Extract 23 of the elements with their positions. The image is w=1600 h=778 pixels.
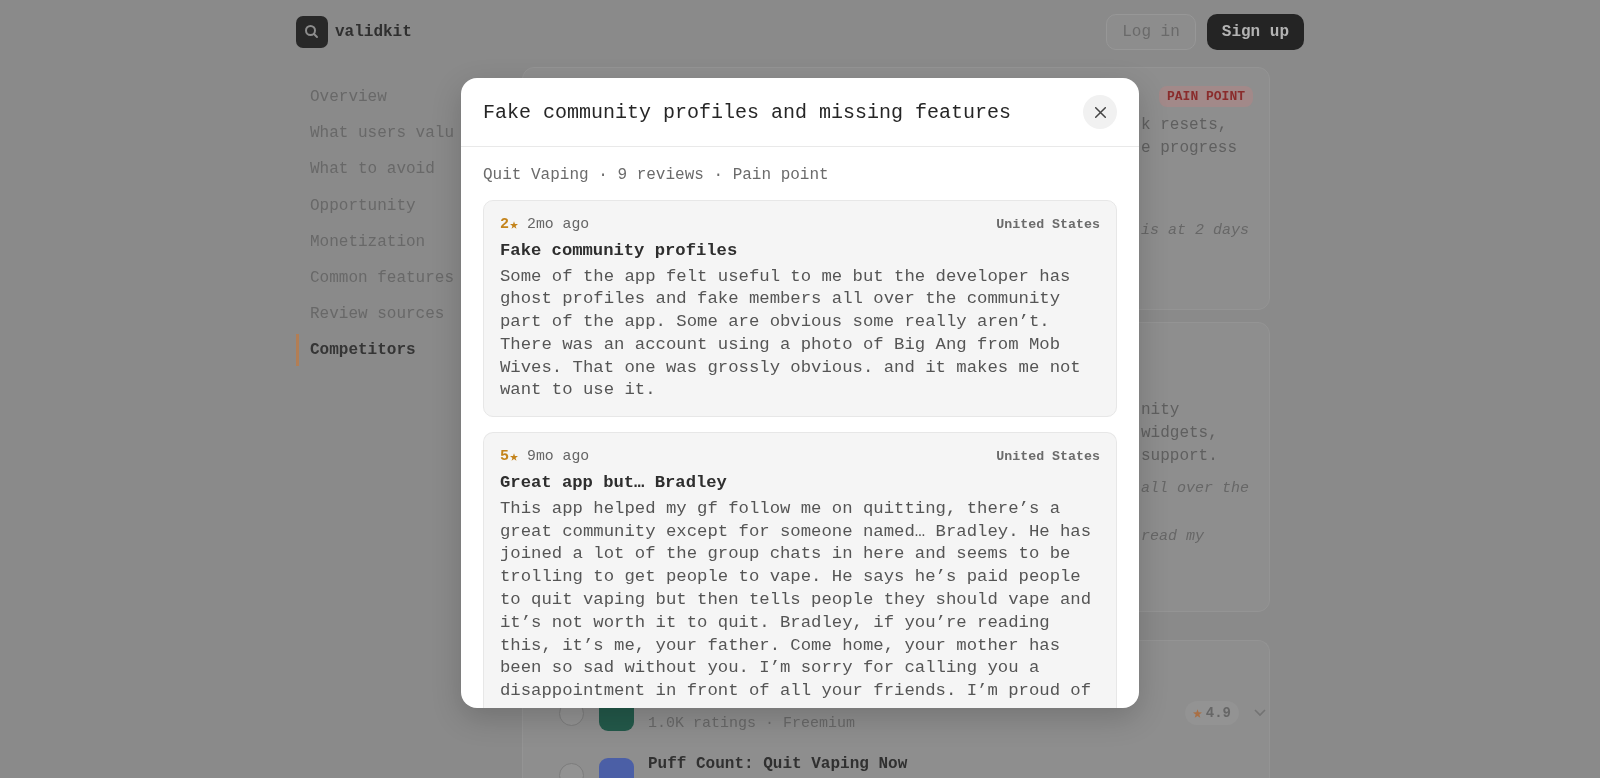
review-body: This app helped my gf follow me on quitting, there’s a great community except for someone named… Bradley. He has joined a lot of the group chats in here and seems to be trolling to get people to vape. He says he’s paid people to quit vaping but then tells people they should vape and it’s not worth it to quit. Bradley, if you’re reading this, it’s me, your father. Come home, your mother has been so sad without you. I’m sorry for calling you a disappointment in front of all your friends. I’m proud of xyxy=(500,497,1093,703)
logo-text: validkit xyxy=(335,23,412,41)
sidebar-item[interactable]: Competitors xyxy=(296,334,416,367)
close-icon xyxy=(1094,106,1106,118)
status-badge: PAIN POINT xyxy=(1159,86,1253,107)
logo-icon xyxy=(296,16,328,48)
close-button[interactable] xyxy=(1083,95,1117,129)
review-age: 2mo ago xyxy=(527,216,590,232)
primary-button[interactable]: Sign up xyxy=(1206,14,1304,50)
star-icon xyxy=(510,221,518,229)
review-title: Great app but… Bradley xyxy=(500,472,728,495)
review-country: United States xyxy=(996,448,1100,464)
star-icon xyxy=(510,453,518,462)
star-icon xyxy=(1192,708,1202,718)
review-age: 9mo ago xyxy=(527,448,590,465)
review-title: Fake community profiles xyxy=(500,240,739,262)
rating-value: 2 xyxy=(500,215,509,233)
modal-title: Fake community profiles and missing features xyxy=(483,100,1012,124)
review-body: Some of the app felt useful to me but the developer has ghost profiles and fake members all over the community part of the app. Some are obvious some really aren’t. There was an account using a photo of Big Ang from Mob Wives. That one was grossly obvious. and it makes me not want to use it. xyxy=(500,265,1082,402)
rating-value: 5 xyxy=(500,447,509,465)
modal-subtitle: Quit Vaping · 9 reviews · Pain point xyxy=(483,165,830,186)
app-title: Puff Count: Quit Vaping Now xyxy=(648,754,909,775)
review-country: United States xyxy=(996,216,1100,232)
